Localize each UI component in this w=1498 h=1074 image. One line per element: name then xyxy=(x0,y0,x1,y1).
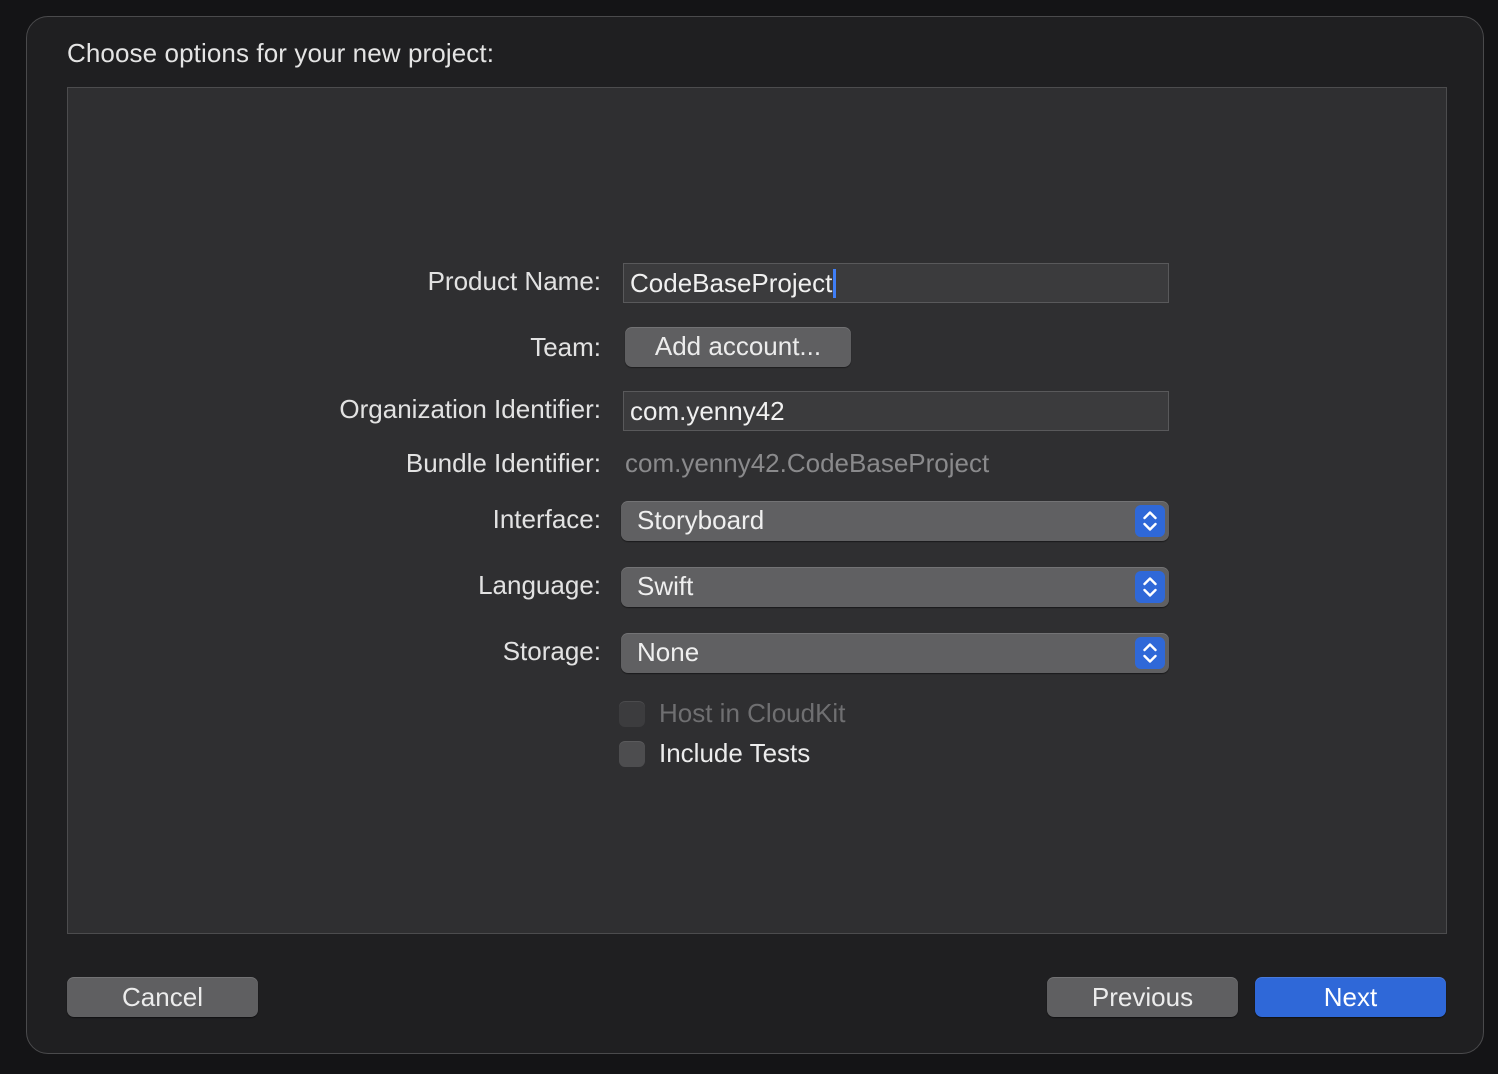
host-in-cloudkit-label: Host in CloudKit xyxy=(659,698,846,728)
interface-label: Interface: xyxy=(492,504,601,534)
organization-identifier-label: Organization Identifier: xyxy=(339,394,601,424)
options-panel: Product Name: CodeBaseProject Team: Add … xyxy=(67,87,1447,934)
product-name-value: CodeBaseProject xyxy=(630,268,833,298)
include-tests-label[interactable]: Include Tests xyxy=(659,738,810,769)
team-label: Team: xyxy=(530,332,601,362)
new-project-options-sheet: Choose options for your new project: Pro… xyxy=(26,16,1484,1054)
host-in-cloudkit-checkbox xyxy=(619,701,645,727)
cancel-button[interactable]: Cancel xyxy=(67,977,258,1017)
language-popup[interactable]: Swift xyxy=(621,567,1169,607)
storage-value: None xyxy=(637,637,700,667)
interface-popup[interactable]: Storyboard xyxy=(621,501,1169,541)
text-caret xyxy=(833,269,837,298)
product-name-field[interactable]: CodeBaseProject xyxy=(623,263,1169,303)
bundle-identifier-label: Bundle Identifier: xyxy=(405,448,601,478)
add-account-button[interactable]: Add account... xyxy=(625,327,851,367)
next-button[interactable]: Next xyxy=(1255,977,1446,1017)
organization-identifier-field[interactable]: com.yenny42 xyxy=(623,391,1169,431)
previous-button[interactable]: Previous xyxy=(1047,977,1238,1017)
storage-label: Storage: xyxy=(502,636,601,666)
sheet-heading: Choose options for your new project: xyxy=(67,38,495,68)
chevron-up-down-icon xyxy=(1135,505,1165,537)
organization-identifier-value: com.yenny42 xyxy=(630,396,785,426)
include-tests-checkbox[interactable] xyxy=(619,741,645,767)
interface-value: Storyboard xyxy=(637,505,765,535)
chevron-up-down-icon xyxy=(1135,571,1165,603)
product-name-label: Product Name: xyxy=(427,266,601,296)
storage-popup[interactable]: None xyxy=(621,633,1169,673)
language-value: Swift xyxy=(637,571,694,601)
language-label: Language: xyxy=(478,570,601,600)
chevron-up-down-icon xyxy=(1135,637,1165,669)
bundle-identifier-value: com.yenny42.CodeBaseProject xyxy=(625,448,990,478)
